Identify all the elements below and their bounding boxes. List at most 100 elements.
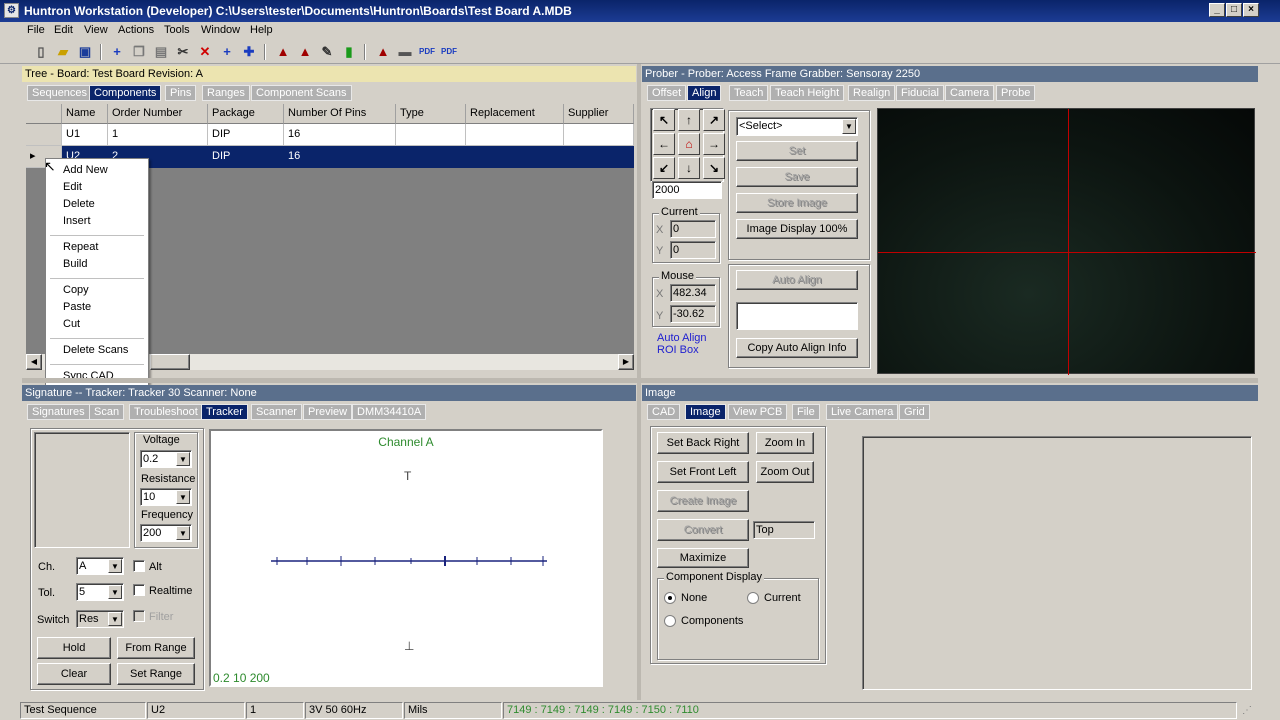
tab-file[interactable]: File	[792, 404, 820, 420]
horizontal-splitter[interactable]	[22, 378, 1258, 383]
menu-item-build[interactable]: Build	[63, 258, 87, 270]
tab-view-pcb[interactable]: View PCB	[728, 404, 788, 420]
probe-up-icon[interactable]: ▲	[296, 43, 314, 61]
zoom-in-button[interactable]: Zoom In	[756, 432, 814, 454]
repeat-plus-icon[interactable]: ✚	[240, 43, 258, 61]
clear-button[interactable]: Clear	[37, 663, 111, 685]
camera-view[interactable]	[877, 108, 1256, 375]
tab-live-camera[interactable]: Live Camera	[826, 404, 899, 420]
auto-align-info-field[interactable]	[736, 302, 858, 330]
channel-select[interactable]: A ▼	[76, 557, 124, 575]
set-button[interactable]: Set	[736, 141, 858, 161]
step-size-input[interactable]: 2000	[652, 181, 722, 199]
board-image-view[interactable]	[862, 436, 1252, 690]
resize-grip-icon[interactable]: ⋰	[1242, 705, 1252, 716]
tab-fiducial[interactable]: Fiducial	[896, 85, 944, 101]
cell-type[interactable]	[396, 146, 466, 168]
probe-tool-icon[interactable]: ✎	[318, 43, 336, 61]
tab-grid[interactable]: Grid	[899, 404, 930, 420]
copy-icon[interactable]: ❐	[130, 43, 148, 61]
tab-offset[interactable]: Offset	[647, 85, 687, 101]
set-range-button[interactable]: Set Range	[117, 663, 195, 685]
row-selector[interactable]	[26, 124, 62, 146]
realtime-checkbox[interactable]	[133, 584, 145, 596]
tab-realign[interactable]: Realign	[848, 85, 896, 101]
maximize-image-button[interactable]: Maximize	[657, 548, 749, 568]
radio-current[interactable]	[747, 592, 759, 604]
probe-down-icon[interactable]: ▲	[274, 43, 292, 61]
store-image-button[interactable]: Store Image	[736, 193, 858, 213]
move-left-icon[interactable]: ←	[653, 133, 675, 155]
copy-auto-align-info-button[interactable]: Copy Auto Align Info	[736, 338, 858, 358]
minimize-button[interactable]: _	[1209, 3, 1225, 17]
resistance-select[interactable]: 10 ▼	[140, 488, 192, 506]
from-range-button[interactable]: From Range	[117, 637, 195, 659]
insert-plus-icon[interactable]: +	[218, 43, 236, 61]
cell-number-of-pins[interactable]: 16	[284, 146, 396, 168]
tolerance-select[interactable]: 5 ▼	[76, 583, 124, 601]
image-display-button[interactable]: Image Display 100%	[736, 219, 858, 239]
cell-replacement[interactable]	[466, 124, 564, 146]
hold-button[interactable]: Hold	[37, 637, 111, 659]
cell-order-number[interactable]: 1	[108, 124, 208, 146]
tab-signatures[interactable]: Signatures	[27, 404, 90, 420]
menu-actions[interactable]: Actions	[118, 24, 154, 36]
delete-x-icon[interactable]: ✕	[196, 43, 214, 61]
radio-components[interactable]	[664, 615, 676, 627]
convert-button[interactable]: Convert	[657, 519, 749, 541]
radio-none[interactable]	[664, 592, 676, 604]
tab-teach[interactable]: Teach	[729, 85, 769, 101]
menu-item-add-new[interactable]: Add New	[63, 164, 108, 176]
tab-preview[interactable]: Preview	[303, 404, 353, 420]
tab-cad[interactable]: CAD	[647, 404, 681, 420]
zoom-out-button[interactable]: Zoom Out	[756, 461, 814, 483]
menu-item-paste[interactable]: Paste	[63, 301, 91, 313]
move-up-left-icon[interactable]: ↖	[653, 109, 675, 131]
menu-file[interactable]: File	[27, 24, 45, 36]
maximize-button[interactable]: □	[1226, 3, 1242, 17]
column-header-type[interactable]: Type	[396, 104, 466, 124]
tab-troubleshoot[interactable]: Troubleshoot	[129, 404, 203, 420]
print-icon[interactable]: ▬	[396, 43, 414, 61]
voltage-select[interactable]: 0.2 ▼	[140, 450, 192, 468]
menu-tools[interactable]: Tools	[164, 24, 190, 36]
tab-scan[interactable]: Scan	[89, 404, 125, 420]
move-up-right-icon[interactable]: ↗	[703, 109, 725, 131]
tab-sequences[interactable]: Sequences	[27, 85, 93, 101]
move-right-icon[interactable]: →	[703, 133, 725, 155]
column-header-number-of-pins[interactable]: Number Of Pins	[284, 104, 396, 124]
alt-checkbox[interactable]	[133, 560, 145, 572]
tab-components[interactable]: Components	[89, 85, 162, 101]
menu-item-delete[interactable]: Delete	[63, 198, 95, 210]
menu-view[interactable]: View	[84, 24, 108, 36]
menu-edit[interactable]: Edit	[54, 24, 73, 36]
tab-camera[interactable]: Camera	[945, 85, 995, 101]
column-header-package[interactable]: Package	[208, 104, 284, 124]
menu-help[interactable]: Help	[250, 24, 273, 36]
signature-plot[interactable]: Channel A T ⊥ 0.2 10 200	[209, 429, 603, 687]
tab-dmm34410a[interactable]: DMM34410A	[352, 404, 427, 420]
tab-align[interactable]: Align	[687, 85, 722, 101]
cell-supplier[interactable]	[564, 124, 634, 146]
paste-icon[interactable]: ▤	[152, 43, 170, 61]
cell-supplier[interactable]	[564, 146, 634, 168]
frequency-select[interactable]: 200 ▼	[140, 524, 192, 542]
cell-package[interactable]: DIP	[208, 146, 284, 168]
cell-name[interactable]: U1	[62, 124, 108, 146]
move-up-icon[interactable]: ↑	[678, 109, 700, 131]
auto-align-button[interactable]: Auto Align	[736, 270, 858, 290]
tab-tracker[interactable]: Tracker	[201, 404, 248, 420]
status-indicator-icon[interactable]: ▮	[340, 43, 358, 61]
column-header-order-number[interactable]: Order Number	[108, 104, 208, 124]
home-icon[interactable]: ⌂	[678, 133, 700, 155]
close-button[interactable]: ×	[1243, 3, 1259, 17]
menu-window[interactable]: Window	[201, 24, 240, 36]
tab-pins[interactable]: Pins	[165, 85, 197, 101]
save-disk-icon[interactable]: ▣	[76, 43, 94, 61]
select-dropdown[interactable]: <Select> ▼	[736, 117, 858, 136]
menu-item-edit[interactable]: Edit	[63, 181, 82, 193]
prober-home-icon[interactable]: ▲	[374, 43, 392, 61]
set-back-right-button[interactable]: Set Back Right	[657, 432, 749, 454]
cell-type[interactable]	[396, 124, 466, 146]
menu-item-insert[interactable]: Insert	[63, 215, 91, 227]
